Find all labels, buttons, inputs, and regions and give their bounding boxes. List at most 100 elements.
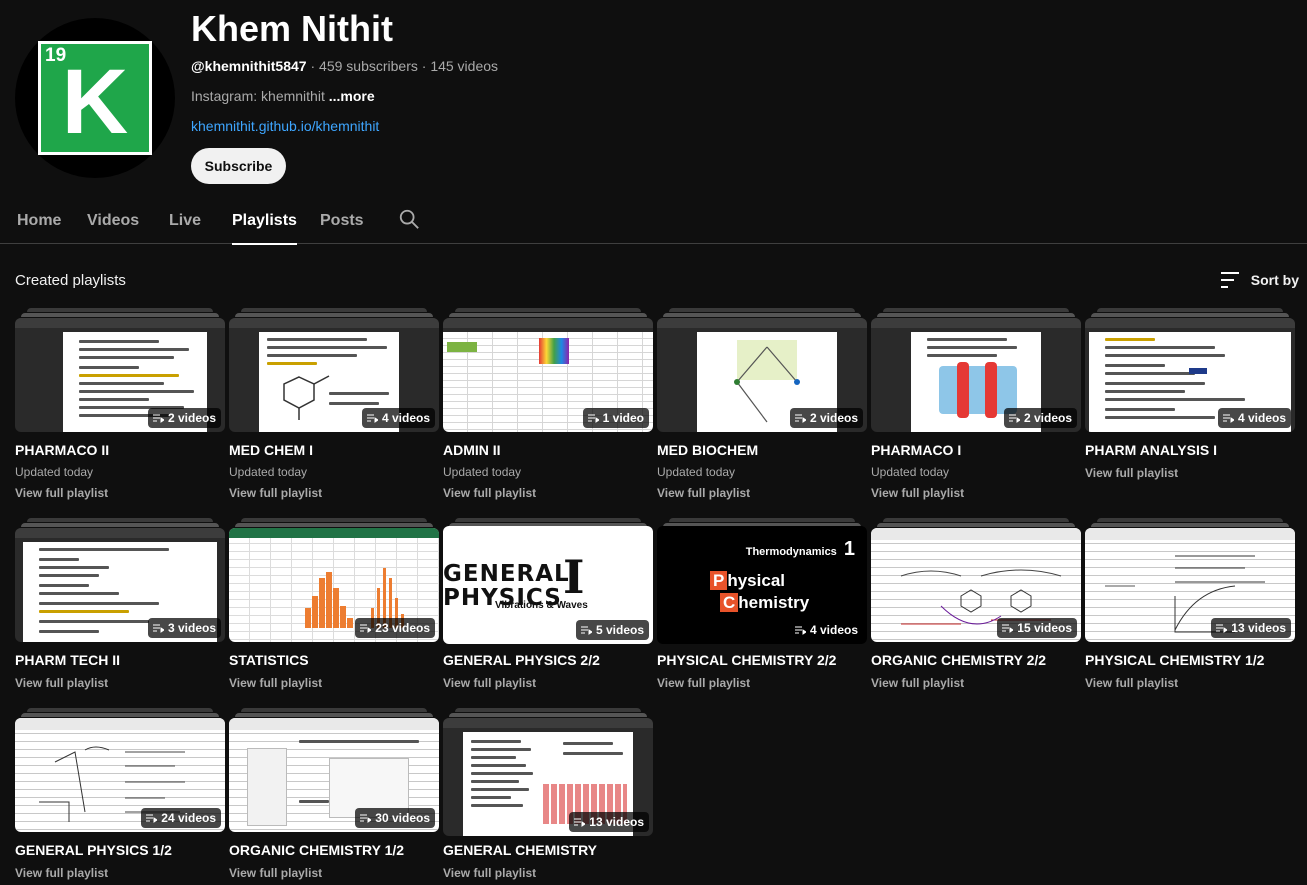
channel-avatar[interactable]: 19 K — [15, 18, 175, 178]
view-full-playlist-link[interactable]: View full playlist — [657, 676, 750, 690]
playlist-title[interactable]: PHARM ANALYSIS I — [1085, 442, 1217, 458]
view-full-playlist-link[interactable]: View full playlist — [229, 866, 322, 880]
playlist-title[interactable]: ORGANIC CHEMISTRY 1/2 — [229, 842, 404, 858]
view-full-playlist-link[interactable]: View full playlist — [229, 676, 322, 690]
playlist-thumbnail[interactable]: 15 videos — [871, 528, 1081, 642]
playlist-thumbnail[interactable]: 2 videos — [871, 318, 1081, 432]
playlist-icon — [360, 624, 372, 633]
sort-label: Sort by — [1250, 272, 1299, 288]
playlist-title[interactable]: MED BIOCHEM — [657, 442, 758, 458]
video-count-badge: 4 videos — [789, 620, 863, 640]
tab-posts[interactable]: Posts — [320, 212, 364, 230]
playlist-thumbnail[interactable]: 23 videos — [229, 528, 439, 642]
playlist-thumbnail[interactable]: 4 videos — [1085, 318, 1295, 432]
search-icon[interactable] — [398, 208, 420, 230]
playlist-title[interactable]: PHARM TECH II — [15, 652, 120, 668]
playlist-title[interactable]: ADMIN II — [443, 442, 501, 458]
video-count-badge: 2 videos — [1003, 408, 1077, 428]
playlist-icon — [580, 626, 592, 635]
playlist-thumbnail[interactable]: GENERAL PHYSICS I Vibrations & Waves 5 v… — [443, 526, 653, 644]
sort-button[interactable]: Sort by — [1219, 270, 1299, 290]
playlist-thumbnail[interactable]: Thermodynamics 1 Physical Chemistry 4 vi… — [657, 526, 867, 644]
video-count-badge: 4 videos — [361, 408, 435, 428]
description-text: Instagram: khemnithit — [191, 88, 325, 104]
playlist-icon — [152, 624, 164, 633]
subscriber-count: 459 subscribers — [319, 58, 418, 74]
playlist-icon — [587, 414, 599, 423]
channel-description[interactable]: Instagram: khemnithit ...more — [191, 88, 375, 104]
view-full-playlist-link[interactable]: View full playlist — [443, 866, 536, 880]
view-full-playlist-link[interactable]: View full playlist — [871, 486, 964, 500]
channel-handle: @khemnithit5847 — [191, 58, 307, 74]
playlist-thumbnail[interactable]: 4 videos — [229, 318, 439, 432]
view-full-playlist-link[interactable]: View full playlist — [871, 676, 964, 690]
playlist-title[interactable]: STATISTICS — [229, 652, 309, 668]
playlist-updated: Updated today — [15, 465, 94, 479]
video-count: 145 videos — [430, 58, 499, 74]
playlist-thumbnail[interactable]: 2 videos — [15, 318, 225, 432]
playlist-icon — [1216, 624, 1228, 633]
tab-live[interactable]: Live — [169, 212, 201, 230]
view-full-playlist-link[interactable]: View full playlist — [1085, 466, 1178, 480]
more-link[interactable]: ...more — [329, 88, 375, 104]
channel-link[interactable]: khemnithit.github.io/khemnithit — [191, 118, 379, 134]
tab-home[interactable]: Home — [17, 212, 61, 230]
tab-playlists[interactable]: Playlists — [232, 212, 297, 245]
video-count-badge: 5 videos — [575, 620, 649, 640]
playlist-title[interactable]: GENERAL PHYSICS 2/2 — [443, 652, 600, 668]
playlist-title[interactable]: GENERAL CHEMISTRY — [443, 842, 597, 858]
tab-videos[interactable]: Videos — [87, 212, 139, 230]
video-count-badge: 23 videos — [355, 618, 435, 638]
view-full-playlist-link[interactable]: View full playlist — [15, 866, 108, 880]
video-count-badge: 2 videos — [789, 408, 863, 428]
video-count-badge: 13 videos — [569, 812, 649, 832]
playlist-thumbnail[interactable]: 13 videos — [1085, 528, 1295, 642]
channel-name: Khem Nithit — [191, 8, 393, 49]
channel-tabs: Home Videos Live Playlists Posts — [0, 196, 1307, 245]
playlist-title[interactable]: ORGANIC CHEMISTRY 2/2 — [871, 652, 1046, 668]
video-count-badge: 24 videos — [141, 808, 221, 828]
view-full-playlist-link[interactable]: View full playlist — [229, 486, 322, 500]
playlist-updated: Updated today — [229, 465, 308, 479]
view-full-playlist-link[interactable]: View full playlist — [443, 676, 536, 690]
playlist-icon — [1008, 414, 1020, 423]
playlist-icon — [152, 414, 164, 423]
playlist-thumbnail[interactable]: 13 videos — [443, 718, 653, 836]
sort-icon — [1220, 272, 1239, 288]
playlist-thumbnail[interactable]: 3 videos — [15, 528, 225, 642]
view-full-playlist-link[interactable]: View full playlist — [15, 486, 108, 500]
playlist-icon — [794, 414, 806, 423]
playlist-title[interactable]: PHYSICAL CHEMISTRY 2/2 — [657, 652, 836, 668]
playlist-thumbnail[interactable]: 2 videos — [657, 318, 867, 432]
playlist-icon — [574, 818, 586, 827]
section-title: Created playlists — [15, 272, 126, 289]
playlist-title[interactable]: PHYSICAL CHEMISTRY 1/2 — [1085, 652, 1264, 668]
playlist-icon — [360, 814, 372, 823]
playlist-thumbnail[interactable]: 24 videos — [15, 718, 225, 832]
playlist-thumbnail[interactable]: 30 videos — [229, 718, 439, 832]
playlist-title[interactable]: PHARMACO I — [871, 442, 961, 458]
video-count-badge: 2 videos — [147, 408, 221, 428]
playlist-title[interactable]: PHARMACO II — [15, 442, 109, 458]
playlist-icon — [1002, 624, 1014, 633]
thumb-subtitle: Vibrations & Waves — [495, 600, 588, 611]
playlist-title[interactable]: MED CHEM I — [229, 442, 313, 458]
playlist-updated: Updated today — [657, 465, 736, 479]
playlist-icon — [794, 626, 806, 635]
playlist-title[interactable]: GENERAL PHYSICS 1/2 — [15, 842, 172, 858]
thumb-numeral: I — [563, 550, 585, 604]
channel-meta: @khemnithit5847 · 459 subscribers · 145 … — [191, 58, 499, 74]
video-count-badge: 1 video — [582, 408, 649, 428]
view-full-playlist-link[interactable]: View full playlist — [15, 676, 108, 690]
playlist-updated: Updated today — [871, 465, 950, 479]
playlist-updated: Updated today — [443, 465, 522, 479]
playlist-icon — [366, 414, 378, 423]
playlist-thumbnail[interactable]: 1 video — [443, 318, 653, 432]
view-full-playlist-link[interactable]: View full playlist — [657, 486, 750, 500]
view-full-playlist-link[interactable]: View full playlist — [443, 486, 536, 500]
video-count-badge: 4 videos — [1217, 408, 1291, 428]
avatar-logo: 19 K — [38, 41, 152, 155]
playlist-icon — [1222, 414, 1234, 423]
subscribe-button[interactable]: Subscribe — [191, 148, 286, 184]
view-full-playlist-link[interactable]: View full playlist — [1085, 676, 1178, 690]
